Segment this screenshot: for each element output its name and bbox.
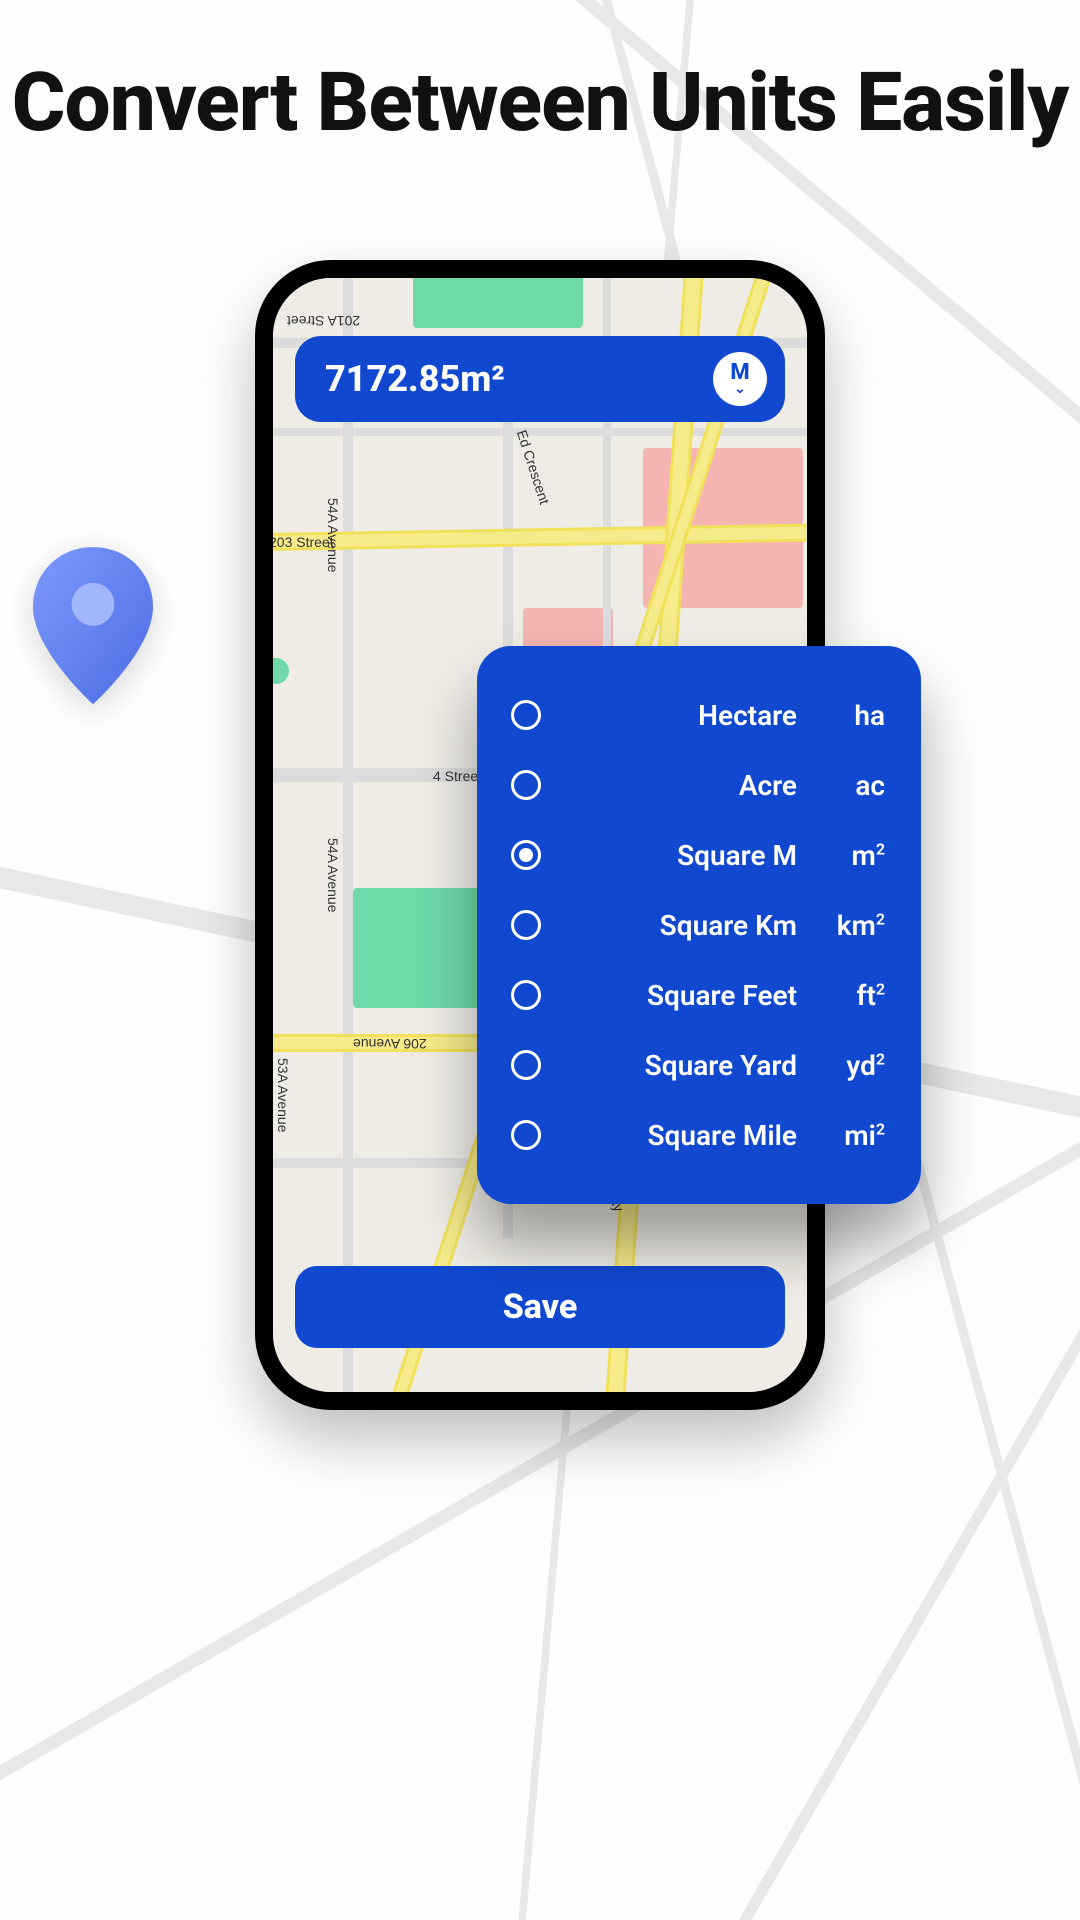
measurement-pill: 7172.85m² M ⌄ <box>295 336 785 422</box>
unit-abbr: yd2 <box>813 1049 885 1082</box>
unit-name: Square Mile <box>563 1119 803 1152</box>
map-street-label: 54A Avenue <box>325 838 341 912</box>
measurement-value: 7172.85m² <box>325 358 713 400</box>
save-button[interactable]: Save <box>295 1266 785 1348</box>
map-pin-icon <box>18 540 168 740</box>
unit-dropdown-panel: HectarehaAcreacSquare Mm2Square Kmkm2Squ… <box>477 646 921 1204</box>
unit-name: Hectare <box>563 699 803 732</box>
unit-name: Square Km <box>563 909 803 942</box>
unit-abbr: ft2 <box>813 979 885 1012</box>
unit-abbr: ha <box>813 699 885 732</box>
unit-abbr: m2 <box>813 839 885 872</box>
unit-option[interactable]: Square Yard yd2 <box>511 1030 885 1100</box>
unit-option[interactable]: Square Feet ft2 <box>511 960 885 1030</box>
save-button-label: Save <box>503 1287 578 1327</box>
chevron-down-icon: ⌄ <box>734 382 746 396</box>
unit-name: Square Yard <box>563 1049 803 1082</box>
unit-option[interactable]: Hectare ha <box>511 680 885 750</box>
unit-name: Square Feet <box>563 979 803 1012</box>
unit-option[interactable]: Square Mile mi2 <box>511 1100 885 1170</box>
unit-name: Square M <box>563 839 803 872</box>
radio-icon <box>511 700 541 730</box>
unit-abbr: ac <box>813 769 885 802</box>
unit-option[interactable]: Acreac <box>511 750 885 820</box>
unit-option[interactable]: Square M m2 <box>511 820 885 890</box>
radio-icon <box>511 770 541 800</box>
map-street-label: 4 Street <box>433 768 482 784</box>
map-street-label: 53A Avenue <box>275 1058 291 1132</box>
radio-icon <box>511 980 541 1010</box>
unit-toggle-button[interactable]: M ⌄ <box>713 352 767 406</box>
radio-icon <box>511 1050 541 1080</box>
radio-icon <box>511 1120 541 1150</box>
unit-option[interactable]: Square Km km2 <box>511 890 885 960</box>
unit-name: Acre <box>563 769 803 802</box>
unit-abbr: km2 <box>813 909 885 942</box>
radio-icon <box>511 840 541 870</box>
radio-icon <box>511 910 541 940</box>
promo-headline: Convert Between Units Easily <box>0 0 1080 150</box>
unit-abbr: mi2 <box>813 1119 885 1152</box>
map-street-label: 206 Avenue <box>353 1036 427 1052</box>
map-street-label: 203 Street <box>269 534 334 550</box>
map-street-label: 201A Street <box>287 313 360 329</box>
map-street-label: Ed Crescent <box>514 428 553 506</box>
